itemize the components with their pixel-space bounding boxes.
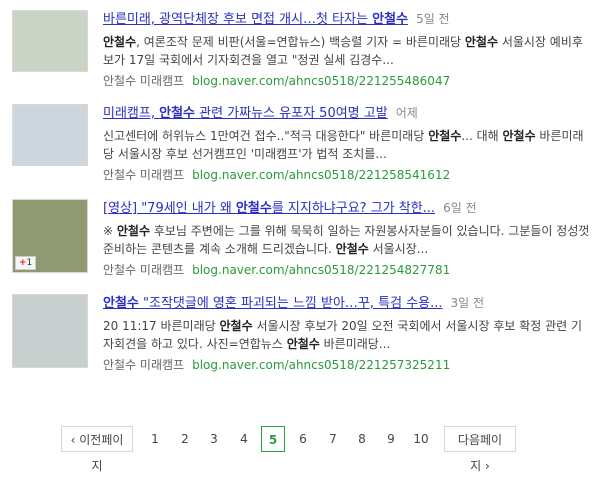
title-keyword: 안철수 bbox=[159, 106, 195, 121]
desc-text: 서울시장... bbox=[368, 242, 429, 256]
page-link[interactable]: 4 bbox=[233, 426, 255, 452]
page-link[interactable]: 8 bbox=[351, 426, 373, 452]
result-thumbnail[interactable] bbox=[12, 294, 88, 368]
result-title-link[interactable]: 안철수 "조작댓글에 영혼 파괴되는 느낌 받아…꾸, 특검 수용... bbox=[103, 296, 443, 311]
current-page[interactable]: 5 bbox=[261, 426, 285, 452]
result-title-line: 미래캠프, 안철수 관련 가짜뉴스 유포자 50여명 고발 어제 bbox=[103, 104, 593, 123]
desc-text: 바른미래당... bbox=[319, 337, 391, 351]
result-description: 20 11:17 바른미래당 안철수 서울시장 후보가 20일 오전 국회에서 … bbox=[103, 317, 593, 353]
desc-keyword: 안철수 bbox=[116, 224, 150, 238]
pagination: ‹ 이전페이지 1 2 3 4 5 6 7 8 9 10 다음페이지 › bbox=[0, 426, 600, 473]
result-thumbnail[interactable] bbox=[12, 10, 88, 72]
plus-icon: + bbox=[19, 258, 27, 268]
result-title-link[interactable]: [영상] "79세인 내가 왜 안철수를 지지하냐구요? 그가 착한... bbox=[103, 201, 435, 216]
result-age: 5일 전 bbox=[416, 12, 450, 26]
photo-placeholder bbox=[13, 295, 87, 367]
source-url[interactable]: blog.naver.com/ahncs0518/221257325211 bbox=[192, 358, 450, 372]
desc-text: ... 대해 bbox=[461, 129, 503, 143]
desc-text: 신고센터에 허위뉴스 1만여건 접수.."적극 대응한다" 바른미래당 bbox=[103, 129, 429, 143]
result-source: 안철수 미래캠프 blog.naver.com/ahncs0518/2212585… bbox=[103, 167, 593, 184]
result-content: 미래캠프, 안철수 관련 가짜뉴스 유포자 50여명 고발 어제 신고센터에 허위… bbox=[103, 104, 593, 184]
result-thumbnail[interactable] bbox=[12, 104, 88, 166]
page-link[interactable]: 2 bbox=[174, 426, 196, 452]
prev-page-label: 이전페이지 bbox=[79, 433, 124, 473]
source-url[interactable]: blog.naver.com/ahncs0518/221255486047 bbox=[192, 74, 450, 88]
source-url[interactable]: blog.naver.com/ahncs0518/221258541612 bbox=[192, 168, 450, 182]
title-text: 바른미래, 광역단체장 후보 면접 개시…첫 타자는 bbox=[103, 12, 373, 27]
title-text-tail: 관련 가짜뉴스 유포자 50여명 고발 bbox=[195, 106, 388, 121]
next-page-button[interactable]: 다음페이지 › bbox=[444, 426, 516, 473]
prev-page-button[interactable]: ‹ 이전페이지 bbox=[61, 426, 133, 473]
image-count-badge: +1 bbox=[15, 256, 37, 270]
page-link[interactable]: 7 bbox=[322, 426, 344, 452]
result-description: ※ 안철수 후보님 주변에는 그를 위해 묵묵히 일하는 자원봉사자분들이 있습… bbox=[103, 222, 593, 258]
title-text: 미래캠프, bbox=[103, 106, 160, 121]
result-title-line: 안철수 "조작댓글에 영혼 파괴되는 느낌 받아…꾸, 특검 수용... 3일 전 bbox=[103, 294, 593, 313]
desc-text: ※ bbox=[103, 224, 117, 238]
desc-text: 20 11:17 바른미래당 bbox=[103, 319, 220, 333]
desc-keyword: 안철수 bbox=[103, 35, 137, 49]
result-content: [영상] "79세인 내가 왜 안철수를 지지하냐구요? 그가 착한... 6일 … bbox=[103, 199, 593, 279]
image-count: 1 bbox=[26, 258, 33, 268]
desc-keyword: 안철수 bbox=[219, 319, 253, 333]
result-thumbnail[interactable]: +1 bbox=[12, 199, 88, 273]
source-name[interactable]: 안철수 미래캠프 bbox=[103, 358, 184, 372]
result-age: 6일 전 bbox=[443, 201, 477, 215]
desc-keyword: 안철수 bbox=[286, 337, 320, 351]
result-source: 안철수 미래캠프 blog.naver.com/ahncs0518/2212573… bbox=[103, 357, 593, 374]
next-page-label: 다음페이지 bbox=[457, 433, 503, 473]
source-url[interactable]: blog.naver.com/ahncs0518/221254827781 bbox=[192, 263, 450, 277]
title-keyword: 안철수 bbox=[372, 12, 409, 27]
desc-keyword: 안철수 bbox=[464, 35, 499, 49]
source-name[interactable]: 안철수 미래캠프 bbox=[103, 168, 184, 182]
title-keyword: 안철수 bbox=[235, 201, 272, 216]
result-age: 3일 전 bbox=[450, 296, 485, 310]
result-title-link[interactable]: 미래캠프, 안철수 관련 가짜뉴스 유포자 50여명 고발 bbox=[103, 106, 388, 121]
result-title-line: [영상] "79세인 내가 왜 안철수를 지지하냐구요? 그가 착한... 6일 … bbox=[103, 199, 593, 218]
page-link[interactable]: 3 bbox=[203, 426, 225, 452]
title-text-tail: 를 지지하냐구요? 그가 착한... bbox=[271, 201, 436, 216]
result-title-line: 바른미래, 광역단체장 후보 면접 개시…첫 타자는 안철수 5일 전 bbox=[103, 10, 593, 29]
photo-placeholder bbox=[13, 11, 87, 71]
result-source: 안철수 미래캠프 blog.naver.com/ahncs0518/2212554… bbox=[103, 73, 593, 90]
page-link[interactable]: 1 bbox=[144, 426, 166, 452]
result-description: 안철수, 여론조작 문제 비판(서울=연합뉴스) 백승렬 기자 = 바른미래당 … bbox=[103, 33, 593, 69]
desc-text: , 여론조작 문제 비판(서울=연합뉴스) 백승렬 기자 = 바른미래당 bbox=[136, 35, 465, 49]
result-content: 바른미래, 광역단체장 후보 면접 개시…첫 타자는 안철수 5일 전 안철수, … bbox=[103, 10, 593, 90]
page-link[interactable]: 9 bbox=[380, 426, 402, 452]
source-name[interactable]: 안철수 미래캠프 bbox=[103, 74, 184, 88]
desc-keyword: 안철수 bbox=[502, 129, 536, 143]
title-text-tail: "조작댓글에 영혼 파괴되는 느낌 받아…꾸, 특검 수용... bbox=[138, 296, 443, 311]
desc-keyword: 안철수 bbox=[428, 129, 462, 143]
result-content: 안철수 "조작댓글에 영혼 파괴되는 느낌 받아…꾸, 특검 수용... 3일 전… bbox=[103, 294, 593, 374]
result-description: 신고센터에 허위뉴스 1만여건 접수.."적극 대응한다" 바른미래당 안철수.… bbox=[103, 127, 593, 163]
result-source: 안철수 미래캠프 blog.naver.com/ahncs0518/2212548… bbox=[103, 262, 593, 279]
chevron-right-icon: › bbox=[485, 459, 490, 473]
chevron-left-icon: ‹ bbox=[70, 433, 76, 447]
page-link[interactable]: 6 bbox=[292, 426, 314, 452]
source-name[interactable]: 안철수 미래캠프 bbox=[103, 263, 184, 277]
result-age: 어제 bbox=[395, 106, 418, 120]
title-keyword: 안철수 bbox=[103, 296, 139, 311]
page-link[interactable]: 10 bbox=[408, 426, 434, 452]
photo-placeholder bbox=[13, 105, 87, 165]
result-title-link[interactable]: 바른미래, 광역단체장 후보 면접 개시…첫 타자는 안철수 bbox=[103, 12, 408, 27]
title-text: [영상] "79세인 내가 왜 bbox=[103, 201, 236, 216]
desc-keyword: 안철수 bbox=[335, 242, 369, 256]
